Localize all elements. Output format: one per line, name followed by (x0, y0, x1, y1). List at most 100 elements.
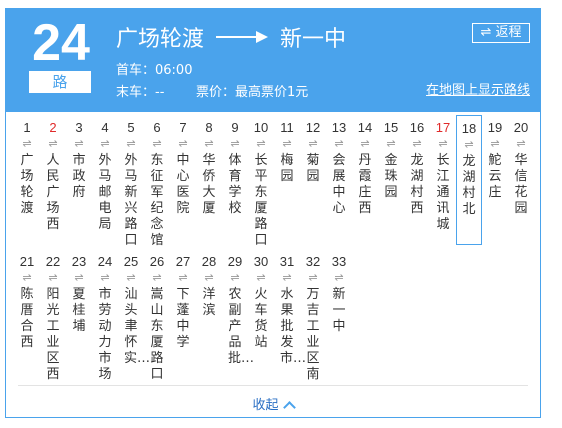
last-bus-time: 末车：-- (116, 85, 165, 100)
stop-number: 8 (205, 120, 213, 135)
direction-icon: ⇌ (74, 271, 84, 284)
stop-name: 龙湖村北 (462, 154, 476, 217)
stop-number: 27 (175, 254, 191, 269)
first-bus-time: 首车：06:00 (116, 63, 193, 78)
stop-number: 28 (201, 254, 217, 269)
stop-name: 华侨大厦 (202, 153, 216, 216)
direction-icon: ⇌ (204, 137, 214, 150)
stop-name: 外马新兴路口 (124, 153, 138, 248)
stop-number: 29 (227, 254, 243, 269)
route-title: 广场轮渡 新一中 (116, 21, 346, 53)
stop-item[interactable]: 18 ⇌ 龙湖村北 (456, 115, 482, 245)
stop-item[interactable]: 9 ⇌ 体育学校 (222, 119, 248, 217)
stop-item[interactable]: 21 ⇌ 陈厝合西 (14, 253, 40, 351)
reverse-button[interactable]: ⇌ 返程 (472, 23, 530, 43)
stop-name: 梅园 (280, 153, 294, 184)
stop-item[interactable]: 20 ⇌ 华信花园 (508, 119, 534, 217)
direction-icon: ⇌ (100, 271, 110, 284)
stop-name: 外马邮电局 (98, 153, 112, 232)
stop-number: 24 (97, 254, 113, 269)
stop-item[interactable]: 14 ⇌ 丹霞庄西 (352, 119, 378, 217)
stop-item[interactable]: 25 ⇌ 汕头聿怀实… (118, 253, 150, 367)
stop-number: 3 (75, 120, 83, 135)
stop-number: 2 (49, 120, 57, 135)
stop-item[interactable]: 6 ⇌ 东征军纪念馆 (144, 119, 170, 249)
direction-icon: ⇌ (48, 271, 58, 284)
stop-number: 4 (101, 120, 109, 135)
stop-item[interactable]: 23 ⇌ 夏桂埔 (66, 253, 92, 335)
stop-name: 农副产品批… (228, 287, 255, 366)
direction-icon: ⇌ (282, 271, 292, 284)
route-suffix: 路 (29, 71, 91, 93)
direction-icon: ⇌ (100, 137, 110, 150)
stop-name: 新一中 (332, 287, 346, 334)
stop-name: 丹霞庄西 (358, 153, 372, 216)
stop-item[interactable]: 33 ⇌ 新一中 (326, 253, 352, 335)
direction-icon: ⇌ (490, 137, 500, 150)
stop-number: 19 (487, 120, 503, 135)
stop-number: 12 (305, 120, 321, 135)
stop-number: 14 (357, 120, 373, 135)
stop-number: 23 (71, 254, 87, 269)
stop-item[interactable]: 17 ⇌ 长江通讯城 (430, 119, 456, 233)
stop-name: 万吉工业区南 (306, 287, 320, 382)
stop-item[interactable]: 27 ⇌ 下蓬中学 (170, 253, 196, 351)
stop-item[interactable]: 11 ⇌ 梅园 (274, 119, 300, 185)
stop-item[interactable]: 7 ⇌ 中心医院 (170, 119, 196, 217)
stop-item[interactable]: 22 ⇌ 阳光工业区西 (40, 253, 66, 383)
stop-item[interactable]: 3 ⇌ 市政府 (66, 119, 92, 201)
stop-number: 7 (179, 120, 187, 135)
stop-item[interactable]: 30 ⇌ 火车货站 (248, 253, 274, 351)
route-header: 24 路 广场轮渡 新一中 ⇌ 返程 首车：06:00 末车：-- 票价：最高票… (6, 9, 540, 112)
stop-item[interactable]: 10 ⇌ 长平东厦路口 (248, 119, 274, 249)
stop-number: 20 (513, 120, 529, 135)
direction-icon: ⇌ (178, 271, 188, 284)
direction-icon: ⇌ (412, 137, 422, 150)
stop-item[interactable]: 12 ⇌ 菊园 (300, 119, 326, 185)
stop-item[interactable]: 5 ⇌ 外马新兴路口 (118, 119, 144, 249)
stop-item[interactable]: 2 ⇌ 人民广场西 (40, 119, 66, 233)
show-on-map-link[interactable]: 在地图上显示路线 (426, 79, 530, 98)
direction-icon: ⇌ (74, 137, 84, 150)
direction-icon: ⇌ (152, 137, 162, 150)
direction-icon: ⇌ (22, 271, 32, 284)
stop-name: 长平东厦路口 (254, 153, 268, 248)
stop-item[interactable]: 8 ⇌ 华侨大厦 (196, 119, 222, 217)
stop-name: 下蓬中学 (176, 287, 190, 350)
stop-name: 市劳动力市场 (98, 287, 112, 382)
direction-icon: ⇌ (230, 271, 240, 284)
stop-item[interactable]: 31 ⇌ 水果批发市… (274, 253, 306, 367)
stop-name: 龙湖村西 (410, 153, 424, 216)
direction-icon: ⇌ (22, 137, 32, 150)
stop-item[interactable]: 13 ⇌ 会展中心 (326, 119, 352, 217)
stop-name: 中心医院 (176, 153, 190, 216)
stop-number: 13 (331, 120, 347, 135)
stop-item[interactable]: 24 ⇌ 市劳动力市场 (92, 253, 118, 383)
stop-number: 1 (23, 120, 31, 135)
stop-item[interactable]: 26 ⇌ 嵩山东厦路口 (144, 253, 170, 383)
direction-icon: ⇌ (386, 137, 396, 150)
stop-item[interactable]: 4 ⇌ 外马邮电局 (92, 119, 118, 233)
stop-number: 25 (123, 254, 139, 269)
stop-number: 15 (383, 120, 399, 135)
stop-item[interactable]: 15 ⇌ 金珠园 (378, 119, 404, 201)
direction-icon: ⇌ (126, 271, 136, 284)
collapse-button[interactable]: 收起 (6, 394, 540, 414)
stop-name: 华信花园 (514, 153, 528, 216)
stop-name: 火车货站 (254, 287, 268, 350)
stop-item[interactable]: 16 ⇌ 龙湖村西 (404, 119, 430, 217)
direction-icon: ⇌ (256, 137, 266, 150)
stop-name: 嵩山东厦路口 (150, 287, 164, 382)
stop-name: 人民广场西 (46, 153, 60, 232)
stop-name: 体育学校 (228, 153, 242, 216)
stop-number: 30 (253, 254, 269, 269)
stop-item[interactable]: 29 ⇌ 农副产品批… (222, 253, 255, 367)
direction-icon: ⇌ (516, 137, 526, 150)
stop-item[interactable]: 1 ⇌ 广场轮渡 (14, 119, 40, 217)
stop-item[interactable]: 19 ⇌ 鮀云庄 (482, 119, 508, 201)
stop-number: 33 (331, 254, 347, 269)
stop-item[interactable]: 32 ⇌ 万吉工业区南 (300, 253, 326, 383)
direction-icon: ⇌ (152, 271, 162, 284)
stop-item[interactable]: 28 ⇌ 洋滨 (196, 253, 222, 319)
stop-name: 鮀云庄 (488, 153, 502, 200)
